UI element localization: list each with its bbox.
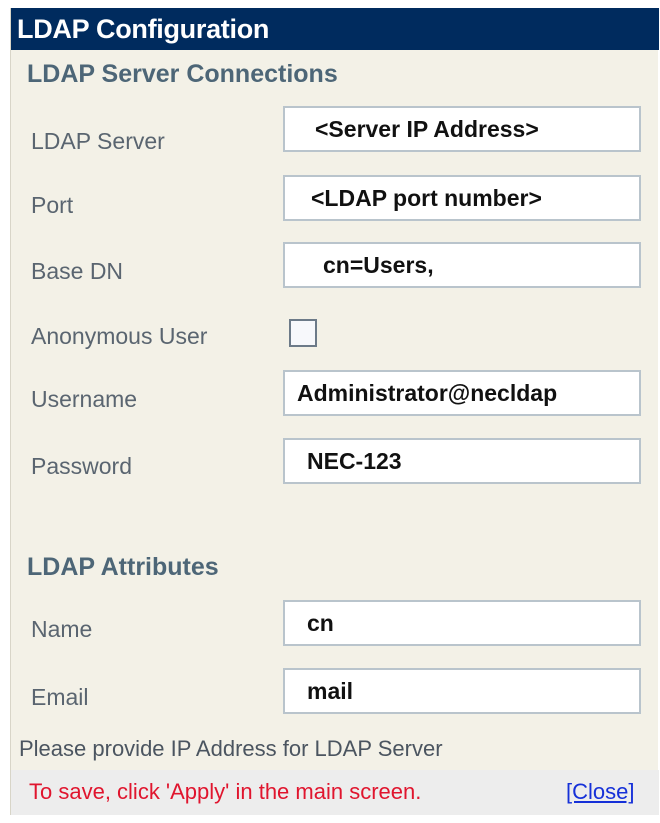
ldap-server-input[interactable]: <Server IP Address> [283,106,641,152]
ldap-server-label: LDAP Server [31,128,165,154]
port-input[interactable]: <LDAP port number> [283,175,641,221]
password-label: Password [31,453,132,479]
section-title-server-connections: LDAP Server Connections [27,60,338,88]
password-input[interactable]: NEC-123 [283,438,641,484]
close-link[interactable]: [Close] [566,779,634,805]
section-title-attributes: LDAP Attributes [27,553,219,581]
base-dn-input[interactable]: cn=Users, [283,242,641,288]
base-dn-label: Base DN [31,258,124,284]
ldap-config-panel: LDAP Configuration LDAP Server Connectio… [10,8,659,815]
anonymous-user-label: Anonymous User [31,323,208,349]
hint-text: Please provide IP Address for LDAP Serve… [19,736,443,761]
username-input[interactable]: Administrator@necldap [283,370,641,416]
port-label: Port [31,192,74,218]
name-attribute-input[interactable]: cn [283,600,641,646]
username-label: Username [31,386,138,412]
anonymous-user-checkbox[interactable] [289,319,317,347]
email-attribute-input[interactable]: mail [283,668,641,714]
email-attribute-label: Email [31,684,89,710]
name-attribute-label: Name [31,616,93,642]
save-instruction: To save, click 'Apply' in the main scree… [29,779,422,804]
footer-bar: To save, click 'Apply' in the main scree… [11,770,659,815]
panel-title: LDAP Configuration [11,8,659,50]
